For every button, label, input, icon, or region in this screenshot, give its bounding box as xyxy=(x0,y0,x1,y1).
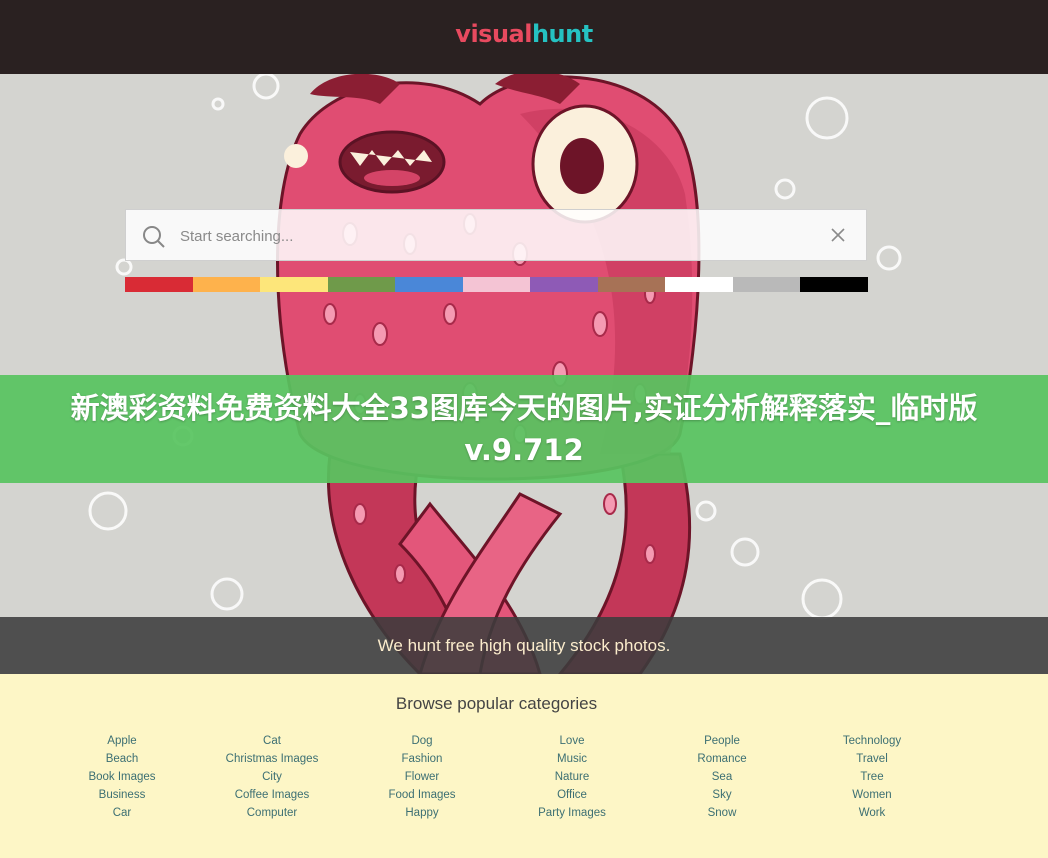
category-link[interactable]: Food Images xyxy=(347,786,497,804)
category-link[interactable]: Beach xyxy=(47,750,197,768)
category-link[interactable]: Work xyxy=(797,804,947,822)
search-box xyxy=(125,209,867,261)
category-link[interactable]: Cat xyxy=(197,732,347,750)
category-link[interactable]: Women xyxy=(797,786,947,804)
category-column-2: Cat Christmas Images City Coffee Images … xyxy=(197,732,347,822)
category-link[interactable]: Business xyxy=(47,786,197,804)
page: visualhunt Start searching... 新澳彩资料免费资料大… xyxy=(0,0,1048,858)
category-link[interactable]: Car xyxy=(47,804,197,822)
category-link[interactable]: Romance xyxy=(647,750,797,768)
title-banner: 新澳彩资料免费资料大全33图库今天的图片,实证分析解释落实_临时版v.9.712 xyxy=(0,375,1048,483)
category-link[interactable]: Apple xyxy=(47,732,197,750)
categories-section: Browse popular categories Apple Beach Bo… xyxy=(0,674,1048,858)
category-link[interactable]: City xyxy=(197,768,347,786)
category-link[interactable]: Flower xyxy=(347,768,497,786)
category-link[interactable]: Technology xyxy=(797,732,947,750)
color-swatch-gray[interactable] xyxy=(732,277,801,292)
color-swatch-brown[interactable] xyxy=(597,277,666,292)
search-input[interactable] xyxy=(178,220,782,252)
category-link[interactable]: Dog xyxy=(347,732,497,750)
category-link[interactable]: Book Images xyxy=(47,768,197,786)
category-link[interactable]: Love xyxy=(497,732,647,750)
octopus-illustration xyxy=(88,74,902,674)
category-column-4: Love Music Nature Office Party Images xyxy=(497,732,647,822)
category-column-3: Dog Fashion Flower Food Images Happy xyxy=(347,732,497,822)
category-link[interactable]: Fashion xyxy=(347,750,497,768)
category-link[interactable]: Tree xyxy=(797,768,947,786)
color-swatch-white[interactable] xyxy=(665,277,733,292)
color-swatch-purple[interactable] xyxy=(530,277,598,292)
category-link[interactable]: Snow xyxy=(647,804,797,822)
category-link[interactable]: Sea xyxy=(647,768,797,786)
category-link[interactable]: Sky xyxy=(647,786,797,804)
category-link[interactable]: People xyxy=(647,732,797,750)
color-swatch-orange[interactable] xyxy=(192,277,261,292)
categories-heading: Browse popular categories xyxy=(395,694,598,713)
tagline-text: We hunt free high quality stock photos. xyxy=(377,635,671,655)
magnifier-icon[interactable] xyxy=(142,225,166,249)
site-logo[interactable]: visualhunt xyxy=(0,20,1048,48)
page-title: 新澳彩资料免费资料大全33图库今天的图片,实证分析解释落实_临时版v.9.712 xyxy=(70,391,978,467)
category-link[interactable]: Music xyxy=(497,750,647,768)
category-link[interactable]: Party Images xyxy=(497,804,647,822)
logo-text-hunt: hunt xyxy=(531,20,593,48)
logo-text-visual: visual xyxy=(455,20,532,48)
category-column-6: Technology Travel Tree Women Work xyxy=(797,732,947,822)
category-column-5: People Romance Sea Sky Snow xyxy=(647,732,797,822)
tagline-bar: We hunt free high quality stock photos. xyxy=(0,617,1048,674)
category-link[interactable]: Christmas Images xyxy=(197,750,347,768)
category-link[interactable]: Office xyxy=(497,786,647,804)
top-bar: visualhunt xyxy=(0,0,1048,74)
color-swatch-green[interactable] xyxy=(327,277,396,292)
category-link[interactable]: Happy xyxy=(347,804,497,822)
color-filter-bar xyxy=(125,277,869,292)
color-swatch-blue[interactable] xyxy=(395,277,463,292)
color-swatch-red[interactable] xyxy=(125,277,193,292)
color-swatch-pink[interactable] xyxy=(462,277,531,292)
category-link[interactable]: Travel xyxy=(797,750,947,768)
category-link[interactable]: Nature xyxy=(497,768,647,786)
category-link[interactable]: Coffee Images xyxy=(197,786,347,804)
color-swatch-yellow[interactable] xyxy=(260,277,328,292)
close-icon[interactable] xyxy=(830,227,846,243)
category-column-1: Apple Beach Book Images Business Car xyxy=(47,732,197,822)
category-link[interactable]: Computer xyxy=(197,804,347,822)
hero-image xyxy=(0,74,1048,674)
color-swatch-black[interactable] xyxy=(800,277,869,292)
